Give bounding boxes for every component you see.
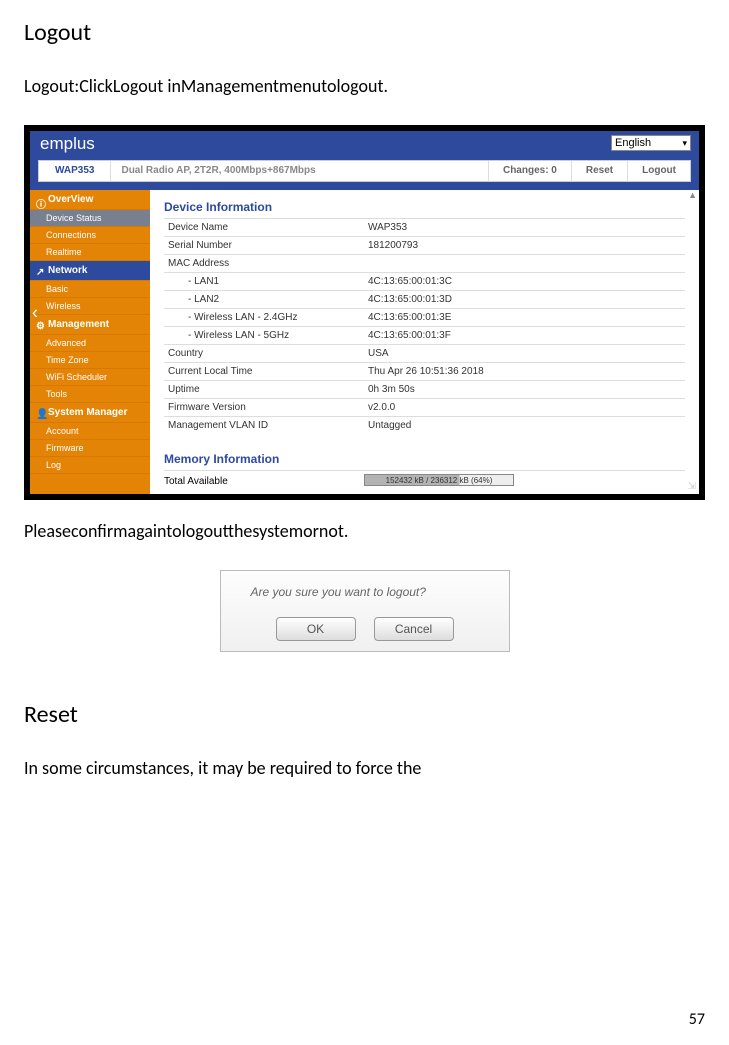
- changes-button[interactable]: Changes: 0: [488, 161, 571, 181]
- admin-tabbar: WAP353 Dual Radio AP, 2T2R, 400Mbps+867M…: [38, 160, 691, 182]
- expand-icon[interactable]: ⇲: [688, 481, 696, 492]
- memory-info-title: Memory Information: [164, 452, 685, 466]
- sidebar-cat-management[interactable]: ⚙Management: [30, 315, 150, 335]
- share-icon: ↗: [36, 267, 44, 275]
- row-label: - LAN1: [164, 273, 364, 291]
- sidebar-label: OverView: [48, 194, 93, 205]
- row-value: 4C:13:65:00:01:3D: [364, 291, 685, 309]
- paragraph-reset: In some circumstances, it may be require…: [24, 757, 705, 779]
- sidebar-label: Management: [48, 319, 109, 330]
- row-label: - LAN2: [164, 291, 364, 309]
- row-label: - Wireless LAN - 5GHz: [164, 327, 364, 345]
- row-value: 4C:13:65:00:01:3E: [364, 309, 685, 327]
- device-info-table: Device NameWAP353 Serial Number181200793…: [164, 218, 685, 434]
- page-number: 57: [689, 1010, 705, 1029]
- device-info-title: Device Information: [164, 200, 685, 214]
- chevron-down-icon: ▾: [682, 138, 687, 149]
- row-value: v2.0.0: [364, 399, 685, 417]
- router-admin-screenshot: ‹ › emplus English ▾ WAP353 Dual Radio A…: [30, 131, 699, 494]
- sidebar-item-tools[interactable]: Tools: [30, 386, 150, 403]
- sidebar-item-firmware[interactable]: Firmware: [30, 440, 150, 457]
- row-label: Current Local Time: [164, 363, 364, 381]
- row-label: Serial Number: [164, 237, 364, 255]
- row-label: Management VLAN ID: [164, 417, 364, 435]
- admin-content: ▲ Device Information Device NameWAP353 S…: [150, 190, 699, 494]
- memory-progress-bar: 152432 kB / 236312 kB (64%): [364, 474, 514, 486]
- sidebar-item-account[interactable]: Account: [30, 423, 150, 440]
- row-value: 181200793: [364, 237, 685, 255]
- row-label: Uptime: [164, 381, 364, 399]
- screenshot-frame: ‹ › emplus English ▾ WAP353 Dual Radio A…: [24, 125, 705, 500]
- sidebar-item-time-zone[interactable]: Time Zone: [30, 352, 150, 369]
- row-label: Country: [164, 345, 364, 363]
- sidebar-item-log[interactable]: Log: [30, 457, 150, 474]
- heading-logout: Logout: [24, 18, 705, 47]
- language-value: English: [615, 137, 651, 149]
- row-label: Device Name: [164, 219, 364, 237]
- paragraph-confirm: Pleaseconfirmagaintologoutthesystemornot…: [24, 520, 705, 542]
- admin-sidebar: ⓘ OverView Device Status Connections Real…: [30, 190, 150, 494]
- dialog-cancel-button[interactable]: Cancel: [374, 617, 454, 641]
- sidebar-item-wireless[interactable]: Wireless: [30, 298, 150, 315]
- sidebar-label: System Manager: [48, 407, 127, 418]
- sidebar-item-connections[interactable]: Connections: [30, 227, 150, 244]
- sidebar-cat-network[interactable]: ↗ Network: [30, 261, 150, 281]
- sidebar-cat-system-manager[interactable]: 👤 System Manager: [30, 403, 150, 423]
- sidebar-item-device-status[interactable]: Device Status: [30, 210, 150, 227]
- device-model: WAP353: [39, 161, 111, 181]
- person-icon: 👤: [36, 409, 44, 417]
- row-value: 4C:13:65:00:01:3F: [364, 327, 685, 345]
- row-value: 4C:13:65:00:01:3C: [364, 273, 685, 291]
- reset-button[interactable]: Reset: [571, 161, 627, 181]
- carousel-prev-icon[interactable]: ‹: [32, 302, 38, 323]
- admin-tabbar-row: WAP353 Dual Radio AP, 2T2R, 400Mbps+867M…: [30, 157, 699, 190]
- heading-reset: Reset: [24, 700, 705, 729]
- row-value: Thu Apr 26 10:51:36 2018: [364, 363, 685, 381]
- sidebar-item-wifi-scheduler[interactable]: WiFi Scheduler: [30, 369, 150, 386]
- row-value: [364, 255, 685, 273]
- admin-header: emplus English ▾: [30, 131, 699, 157]
- row-label: MAC Address: [164, 255, 364, 273]
- memory-row: Total Available 152432 kB / 236312 kB (6…: [164, 470, 685, 488]
- sidebar-item-basic[interactable]: Basic: [30, 281, 150, 298]
- dialog-ok-button[interactable]: OK: [276, 617, 356, 641]
- row-value: 0h 3m 50s: [364, 381, 685, 399]
- dialog-message: Are you sure you want to logout?: [231, 585, 499, 599]
- logout-confirm-dialog: Are you sure you want to logout? OK Canc…: [220, 570, 510, 652]
- device-description: Dual Radio AP, 2T2R, 400Mbps+867Mbps: [111, 161, 488, 181]
- memory-bar-wrap: 152432 kB / 236312 kB (64%): [364, 474, 685, 488]
- logout-button[interactable]: Logout: [627, 161, 690, 181]
- info-icon: ⓘ: [36, 196, 44, 204]
- scroll-up-icon[interactable]: ▲: [688, 190, 697, 200]
- row-value: Untagged: [364, 417, 685, 435]
- row-label: Firmware Version: [164, 399, 364, 417]
- language-select[interactable]: English ▾: [611, 135, 691, 151]
- row-value: USA: [364, 345, 685, 363]
- paragraph-logout-instruction: Logout:ClickLogout inManagementmenutolog…: [24, 75, 705, 97]
- memory-label: Total Available: [164, 476, 364, 487]
- brand-logo: emplus: [30, 131, 105, 157]
- sidebar-item-realtime[interactable]: Realtime: [30, 244, 150, 261]
- sidebar-label: Network: [48, 265, 87, 276]
- sidebar-item-advanced[interactable]: Advanced: [30, 335, 150, 352]
- row-value: WAP353: [364, 219, 685, 237]
- sidebar-cat-overview[interactable]: ⓘ OverView: [30, 190, 150, 210]
- row-label: - Wireless LAN - 2.4GHz: [164, 309, 364, 327]
